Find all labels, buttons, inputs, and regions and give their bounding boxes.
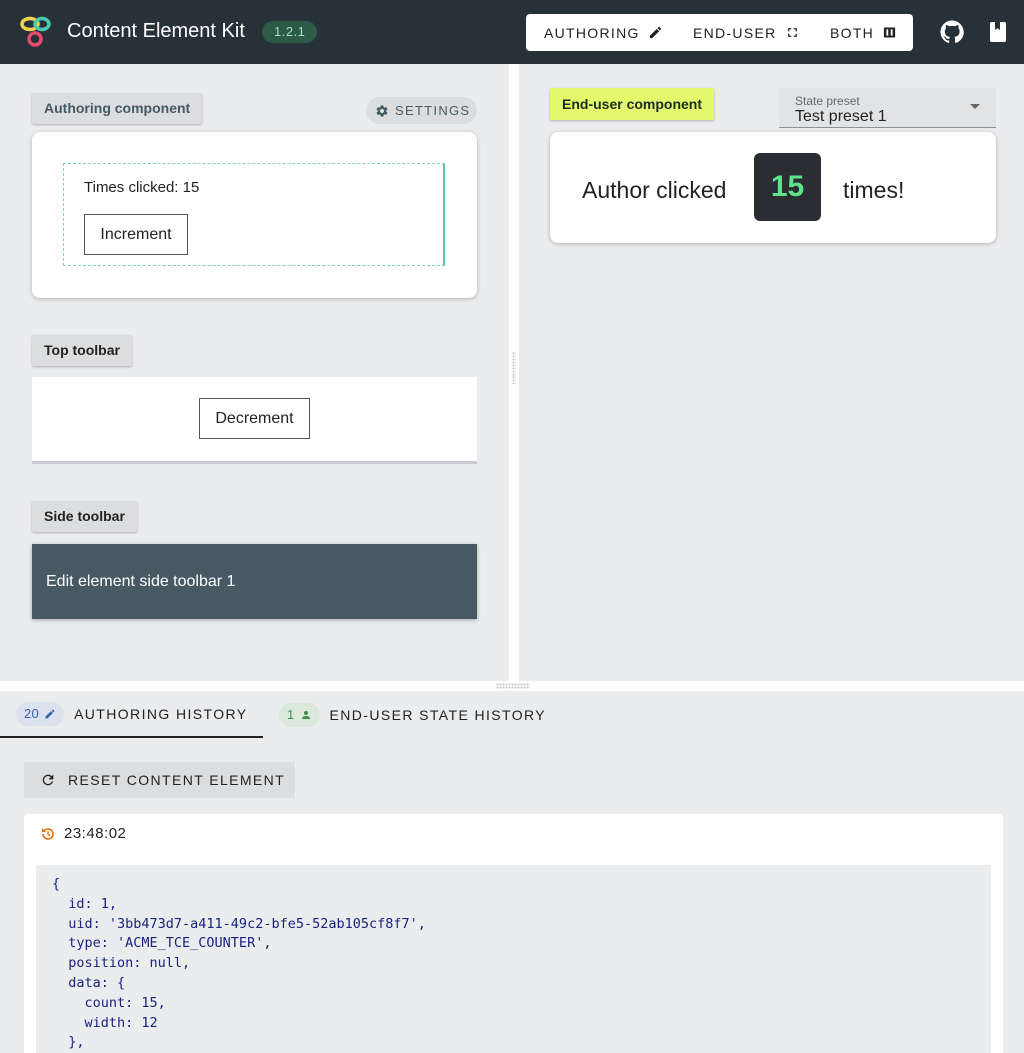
logo-icon bbox=[20, 16, 51, 47]
columns-icon bbox=[883, 27, 896, 38]
vertical-resize-handle[interactable] bbox=[509, 64, 519, 681]
history-timestamp: 23:48:02 bbox=[40, 825, 126, 842]
decrement-button[interactable]: Decrement bbox=[199, 398, 310, 439]
version-badge: 1.2.1 bbox=[262, 21, 318, 43]
reset-content-element-button[interactable]: RESET CONTENT ELEMENT bbox=[24, 762, 295, 798]
mode-enduser-label: END-USER bbox=[693, 24, 777, 41]
mode-both-button[interactable]: BOTH bbox=[830, 14, 897, 51]
enduser-card: Author clicked 15 times! bbox=[550, 132, 996, 243]
refresh-icon bbox=[42, 774, 54, 786]
caret-down-icon bbox=[970, 104, 980, 109]
pencil-icon bbox=[649, 26, 661, 39]
settings-button[interactable]: SETTINGS bbox=[366, 97, 477, 124]
enduser-panel: End-user component State preset Test pre… bbox=[519, 64, 1024, 681]
book-icon[interactable] bbox=[986, 20, 1010, 44]
times-text: times! bbox=[843, 177, 905, 203]
pencil-icon bbox=[45, 708, 55, 718]
mode-authoring-label: AUTHORING bbox=[544, 24, 640, 41]
authoring-history-count: 20 bbox=[24, 706, 40, 721]
tab-enduser-state-history[interactable]: 1 END-USER STATE HISTORY bbox=[279, 691, 546, 738]
authoring-history-badge: 20 bbox=[16, 701, 65, 726]
top-toolbar-card: Decrement bbox=[32, 377, 477, 464]
history-entry: 23:48:02 { id: 1, uid: '3bb473d7-a411-49… bbox=[24, 814, 1003, 1053]
mode-enduser-button[interactable]: END-USER bbox=[693, 14, 800, 51]
app-title: Content Element Kit bbox=[67, 20, 245, 42]
authoring-panel: Authoring component SETTINGS Times click… bbox=[0, 64, 509, 681]
side-toolbar-panel: Edit element side toolbar 1 bbox=[32, 544, 477, 619]
enduser-history-count: 1 bbox=[287, 707, 295, 722]
tab-enduser-state-history-label: END-USER STATE HISTORY bbox=[329, 706, 546, 723]
settings-label: SETTINGS bbox=[395, 103, 471, 118]
side-toolbar-chip: Side toolbar bbox=[32, 501, 137, 532]
tab-authoring-history-label: AUTHORING HISTORY bbox=[74, 705, 248, 722]
mode-toggle: AUTHORING END-USER BOTH bbox=[526, 14, 913, 51]
mode-authoring-button[interactable]: AUTHORING bbox=[544, 14, 663, 51]
drag-handle-icon bbox=[512, 352, 516, 384]
state-preset-select[interactable]: State preset Test preset 1 bbox=[779, 88, 996, 128]
fullscreen-icon bbox=[787, 28, 797, 37]
drag-handle-icon bbox=[496, 683, 530, 689]
state-json-code: { id: 1, uid: '3bb473d7-a411-49c2-bfe5-5… bbox=[36, 865, 991, 1053]
gear-icon bbox=[376, 104, 388, 117]
history-panel: 20 AUTHORING HISTORY 1 END-USER STATE HI… bbox=[0, 691, 1024, 1053]
times-clicked-text: Times clicked: 15 bbox=[84, 179, 200, 196]
horizontal-resize-handle[interactable] bbox=[0, 681, 1024, 691]
tab-authoring-history[interactable]: 20 AUTHORING HISTORY bbox=[0, 691, 263, 738]
app-bar: Content Element Kit 1.2.1 AUTHORING END-… bbox=[0, 0, 1024, 64]
authoring-component-chip: Authoring component bbox=[32, 93, 203, 124]
state-preset-value: Test preset 1 bbox=[795, 108, 887, 125]
history-icon bbox=[42, 827, 54, 840]
content-element-frame: Times clicked: 15 Increment bbox=[63, 163, 445, 266]
click-count-display: 15 bbox=[754, 153, 821, 221]
authoring-card: Times clicked: 15 Increment bbox=[32, 132, 477, 298]
enduser-component-chip: End-user component bbox=[550, 88, 715, 120]
mode-both-label: BOTH bbox=[830, 24, 875, 41]
increment-button[interactable]: Increment bbox=[84, 214, 188, 255]
person-icon bbox=[301, 710, 310, 719]
github-icon[interactable] bbox=[940, 20, 964, 44]
author-clicked-text: Author clicked bbox=[582, 177, 727, 203]
top-toolbar-chip: Top toolbar bbox=[32, 335, 132, 366]
state-preset-label: State preset bbox=[795, 94, 860, 108]
reset-label: RESET CONTENT ELEMENT bbox=[68, 772, 286, 788]
timestamp-text: 23:48:02 bbox=[64, 825, 127, 842]
enduser-history-badge: 1 bbox=[279, 702, 320, 727]
